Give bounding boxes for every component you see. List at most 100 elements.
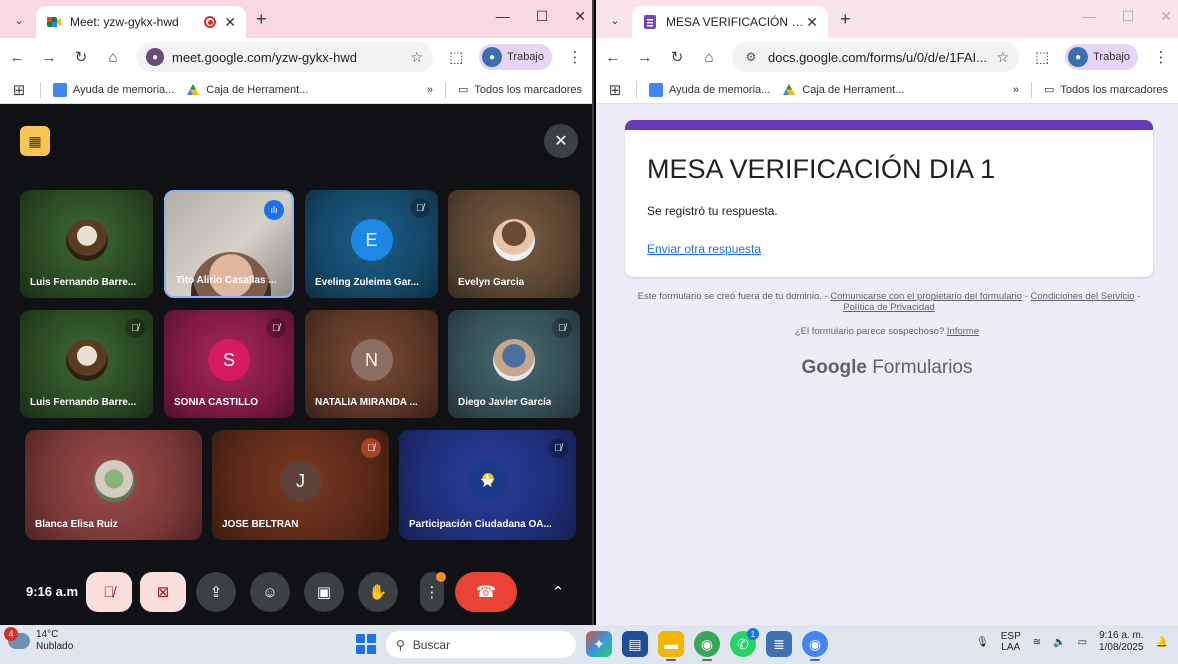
all-bookmarks[interactable]: ▭ Todos los marcadores	[457, 83, 582, 97]
tab-meet[interactable]: Meet: yzw-gykx-hwd ✕	[36, 6, 246, 38]
folder-icon: ▭	[457, 84, 469, 96]
participant-tile[interactable]: Luis Fernando Barre...	[20, 190, 153, 298]
microphone-icon[interactable]: 🎙	[976, 637, 989, 648]
bookmark-caja[interactable]: Caja de Herrament...	[186, 83, 308, 97]
participant-tile[interactable]: 🎙̸ Diego Javier García	[448, 310, 580, 418]
terms-link[interactable]: Condiciones del Servicio	[1031, 291, 1135, 302]
extensions-icon[interactable]: ⬚	[447, 48, 465, 66]
participant-tile[interactable]: E 🎙̸ Eveling Zuleima Gar...	[305, 190, 438, 298]
back-icon[interactable]: ←	[8, 49, 26, 66]
maximize-button[interactable]: ☐	[536, 8, 549, 25]
present-button[interactable]: ⇪	[196, 572, 236, 612]
bookmark-caja[interactable]: Caja de Herrament...	[782, 83, 904, 97]
notepad-icon[interactable]: ≣	[766, 631, 792, 657]
bookmark-star-icon[interactable]: ☆	[997, 49, 1010, 66]
more-options-button[interactable]: ⋮	[420, 572, 446, 612]
new-tab-button[interactable]: +	[840, 9, 851, 30]
notifications-icon[interactable]: 🔔	[1156, 637, 1168, 648]
back-icon[interactable]: ←	[604, 49, 622, 66]
reload-icon[interactable]: ↻	[72, 48, 90, 66]
address-bar[interactable]: ⚙ docs.google.com/forms/u/0/d/e/1FAI... …	[732, 42, 1020, 72]
new-tab-button[interactable]: +	[256, 9, 267, 30]
forward-icon[interactable]: →	[636, 49, 654, 66]
taskbar-search[interactable]: ⚲ Buscar	[386, 631, 576, 658]
forms-page: MESA VERIFICACIÓN DIA 1 Se registró tu r…	[596, 104, 1178, 625]
more-bookmarks-icon[interactable]: »	[427, 84, 433, 96]
address-bar[interactable]: ● meet.google.com/yzw-gykx-hwd ☆	[136, 42, 434, 72]
chrome-profile-icon[interactable]: ◉	[802, 631, 828, 661]
close-tab-icon[interactable]: ✕	[224, 14, 236, 31]
tab-search-icon[interactable]: ⌄	[8, 9, 30, 31]
mic-off-icon: 🎙̸	[548, 438, 568, 458]
report-link[interactable]: Informe	[947, 326, 979, 337]
store-icon[interactable]: ▤	[622, 631, 648, 657]
copilot-icon[interactable]: ✦	[586, 631, 612, 657]
camera-toggle-button[interactable]: ⊠	[140, 572, 186, 612]
profile-button[interactable]: ● Trabajo	[479, 44, 552, 70]
participant-video-tile[interactable]: ılı Tito Alirio Casallas ...	[164, 190, 294, 298]
reload-icon[interactable]: ↻	[668, 48, 686, 66]
more-bookmarks-icon[interactable]: »	[1013, 84, 1019, 96]
menu-icon[interactable]: ⋮	[1152, 48, 1170, 66]
close-tab-icon[interactable]: ✕	[806, 14, 818, 31]
expand-button[interactable]: ⌃	[538, 572, 578, 612]
mic-toggle-button[interactable]: 🎙̸	[86, 572, 132, 612]
captions-button[interactable]: ▣	[304, 572, 344, 612]
minimize-button[interactable]: —	[496, 8, 510, 25]
participant-tile[interactable]: Evelyn Garcia	[448, 190, 580, 298]
whatsapp-icon[interactable]: ✆ 1	[730, 628, 759, 657]
notification-dot	[436, 572, 446, 582]
clock[interactable]: 9:16 a. m. 1/08/2025	[1099, 630, 1144, 654]
mic-off-icon: 🎙̸	[552, 318, 572, 338]
language-indicator[interactable]: ESP LAA	[1001, 631, 1021, 653]
bookmark-star-icon[interactable]: ☆	[411, 49, 424, 66]
apps-icon[interactable]: ⊞	[606, 81, 624, 99]
forward-icon[interactable]: →	[40, 49, 58, 66]
submit-another-link[interactable]: Enviar otra respuesta	[647, 242, 761, 256]
volume-icon[interactable]: 🔈	[1053, 637, 1065, 648]
menu-icon[interactable]: ⋮	[566, 48, 584, 66]
close-window-button[interactable]: ✕	[574, 8, 586, 25]
chrome-icon[interactable]: ◉	[694, 631, 720, 661]
weather-widget[interactable]: 4 14°C Nublado	[4, 627, 74, 653]
wifi-icon[interactable]: ≋	[1033, 637, 1041, 648]
bookmark-ayuda[interactable]: Ayuda de memoria...	[53, 82, 174, 97]
close-window-button[interactable]: ✕	[1160, 8, 1172, 25]
bookmark-ayuda[interactable]: Ayuda de memoria...	[649, 82, 770, 97]
participant-tile[interactable]: Blanca Elisa Ruiz	[25, 430, 202, 540]
no-video-flag-icon[interactable]: ▦	[20, 126, 50, 156]
site-settings-icon[interactable]: ⚙	[742, 48, 760, 66]
participant-tile[interactable]: ★ 🎙̸ Participación Ciudadana OA...	[399, 430, 576, 540]
profile-button[interactable]: ● Trabajo	[1065, 44, 1138, 70]
cloud-icon: 4	[4, 627, 30, 649]
google-forms-logo[interactable]: Google Formularios	[596, 357, 1178, 379]
mic-site-icon[interactable]: ●	[146, 48, 164, 66]
org-logo-icon: ★	[466, 460, 509, 502]
minimize-button[interactable]: —	[1082, 8, 1096, 25]
home-icon[interactable]: ⌂	[104, 49, 122, 66]
weather-condition: Nublado	[36, 641, 74, 652]
forms-browser-window: ⌄ MESA VERIFICACIÓN DIA 1 ✕ + — ☐ ✕ ← →	[596, 0, 1178, 625]
privacy-link[interactable]: Política de Privacidad	[843, 302, 934, 313]
participant-tile[interactable]: N NATALIA MIRANDA ...	[305, 310, 438, 418]
participant-tile[interactable]: 🎙̸ Luis Fernando Barre...	[20, 310, 153, 418]
maximize-button[interactable]: ☐	[1122, 8, 1135, 25]
leave-call-button[interactable]: ☎	[455, 572, 517, 612]
reactions-button[interactable]: ☺	[250, 572, 290, 612]
mic-off-icon: 🎙̸	[266, 318, 286, 338]
tab-forms[interactable]: MESA VERIFICACIÓN DIA 1 ✕	[632, 6, 828, 38]
file-explorer-icon[interactable]: ▬	[658, 631, 684, 661]
start-button[interactable]	[356, 634, 376, 654]
system-tray: 🎙 ESP LAA ≋ 🔈 ▭ 9:16 a. m. 1/08/2025 🔔	[976, 630, 1168, 654]
extensions-icon[interactable]: ⬚	[1033, 48, 1051, 66]
participant-tile[interactable]: S 🎙̸ SONIA CASTILLO	[164, 310, 294, 418]
apps-icon[interactable]: ⊞	[10, 81, 28, 99]
unpin-icon[interactable]: ✕	[544, 124, 578, 158]
tab-search-icon[interactable]: ⌄	[604, 9, 626, 31]
raise-hand-button[interactable]: ✋	[358, 572, 398, 612]
home-icon[interactable]: ⌂	[700, 49, 718, 66]
participant-tile[interactable]: J 🎙̸ JOSE BELTRAN	[212, 430, 389, 540]
battery-icon[interactable]: ▭	[1078, 637, 1087, 648]
contact-owner-link[interactable]: Comunicarse con el propietario del formu…	[830, 291, 1022, 302]
all-bookmarks[interactable]: ▭ Todos los marcadores	[1044, 83, 1168, 97]
